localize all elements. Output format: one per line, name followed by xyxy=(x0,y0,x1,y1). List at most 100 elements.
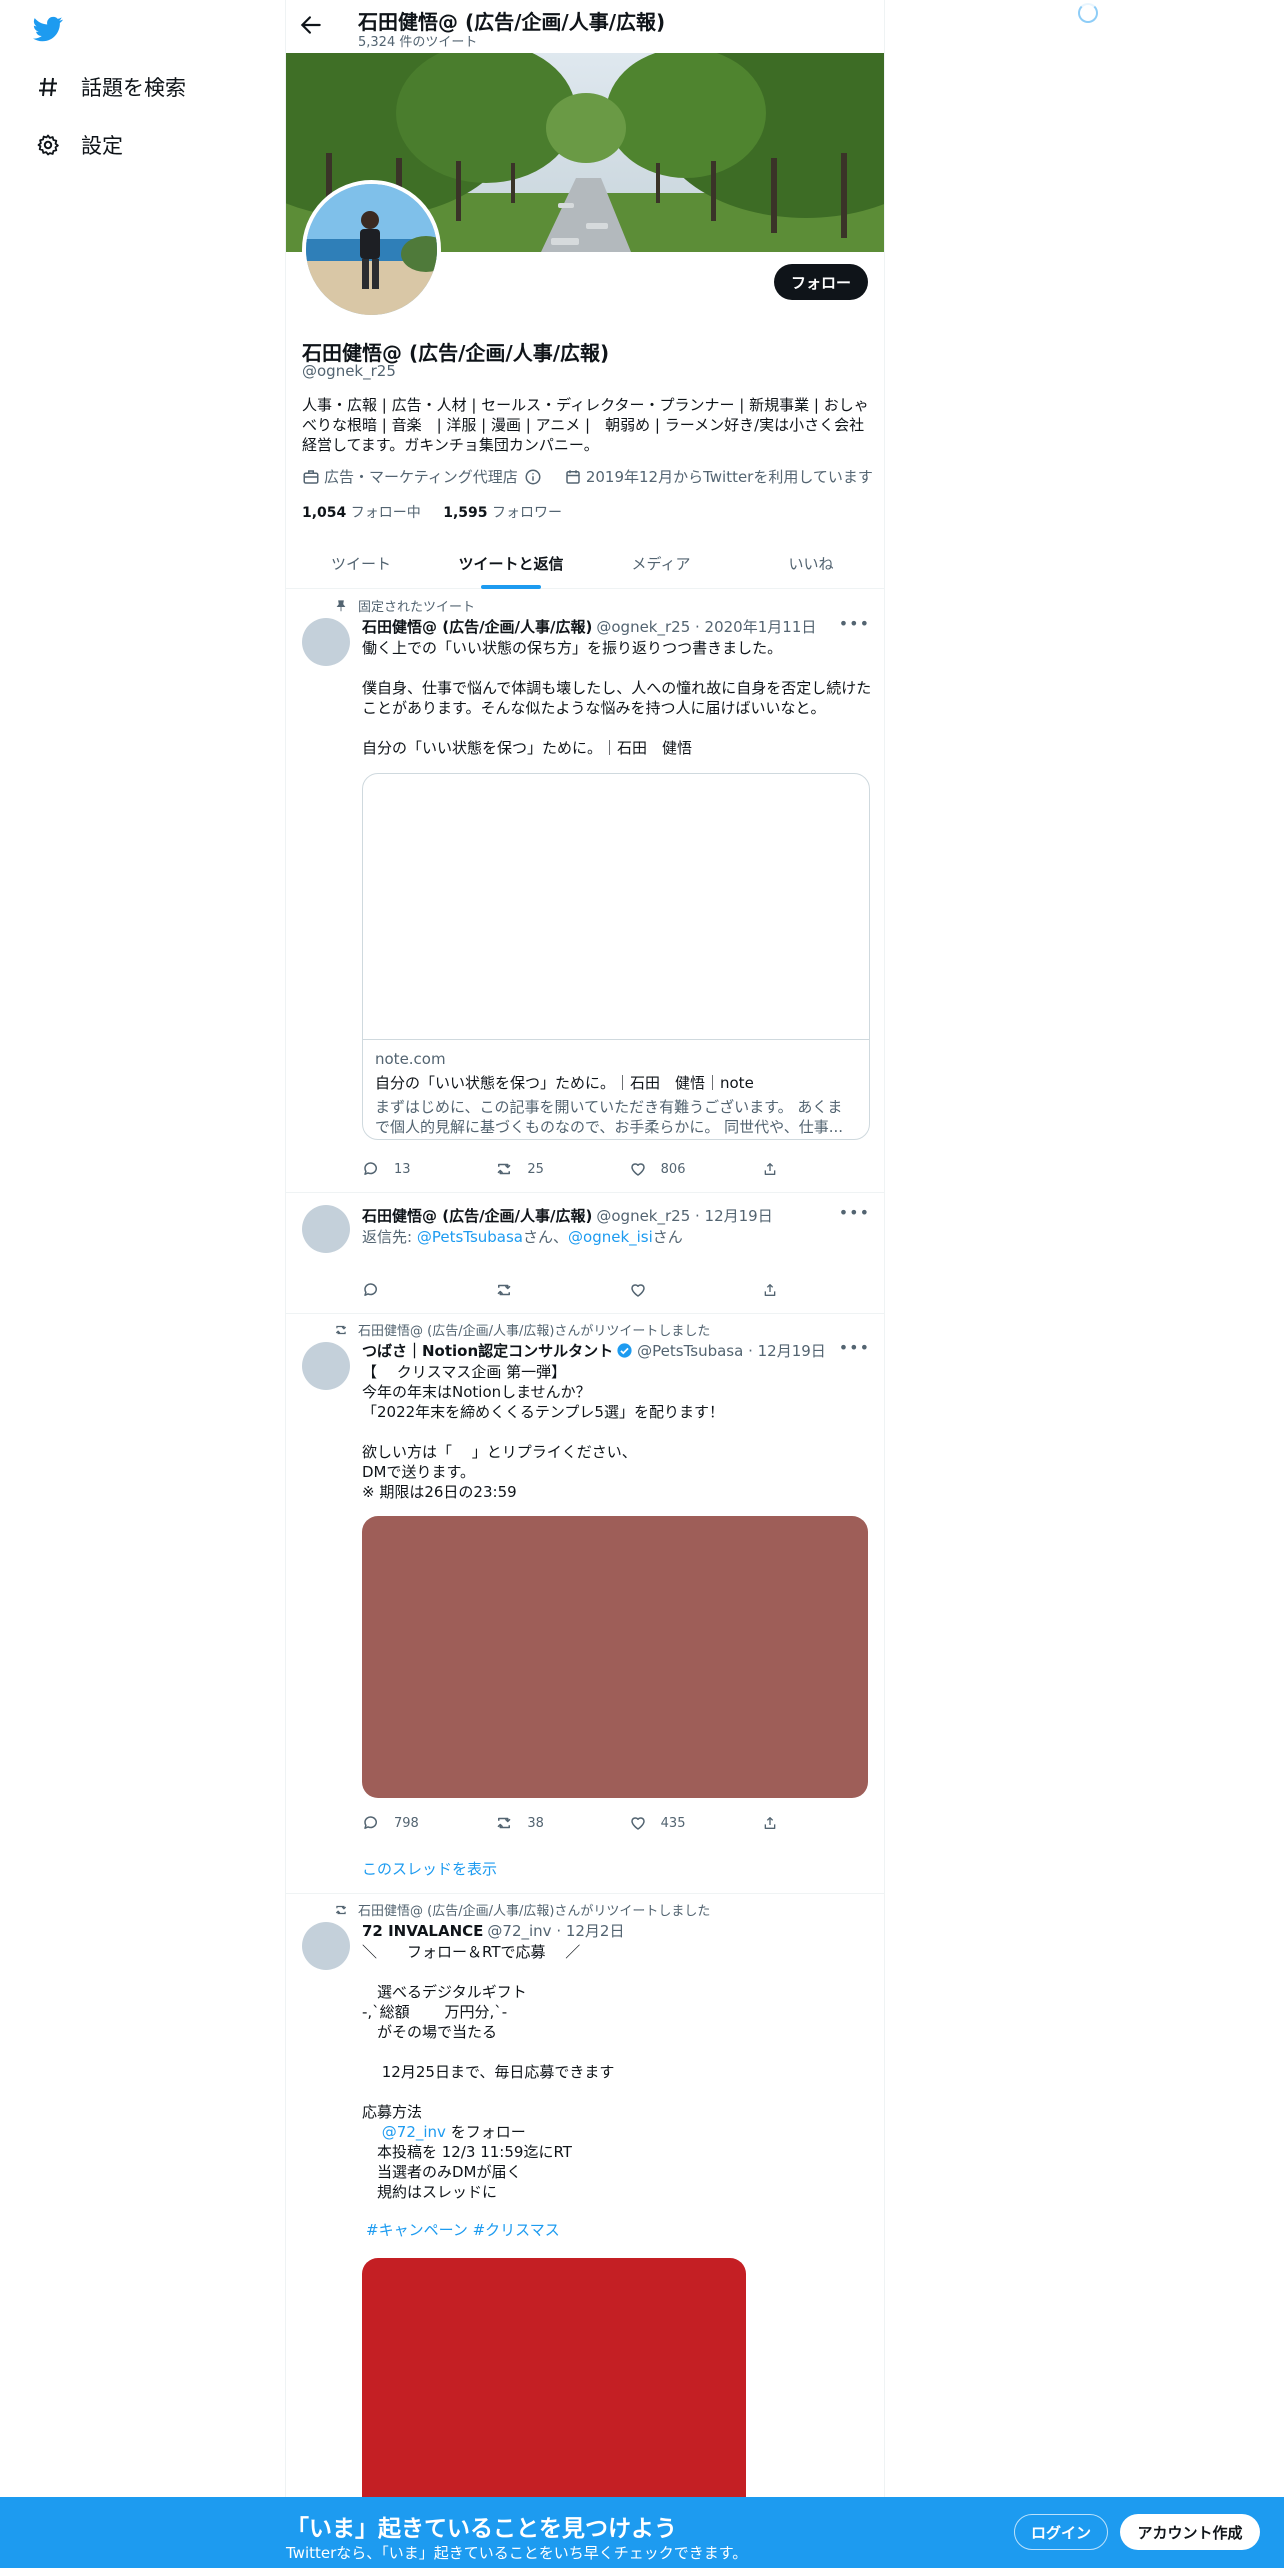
signup-banner-title: 「いま」起きていることを見つけよう xyxy=(286,2516,677,2542)
share-button[interactable] xyxy=(762,1814,792,1832)
share-button[interactable] xyxy=(762,1281,792,1299)
tweet-author-name[interactable]: 石田健悟@ (広告/企画/人事/広報) xyxy=(362,1205,592,1226)
like-button[interactable]: 806 xyxy=(629,1160,729,1178)
reply-button[interactable]: 13 xyxy=(362,1160,462,1178)
tweet-avatar[interactable] xyxy=(302,1922,350,1970)
info-icon[interactable] xyxy=(524,468,542,486)
share-button[interactable] xyxy=(762,1160,792,1178)
gear-icon xyxy=(34,131,62,159)
reply-context: 返信先: @PetsTsubasaさん、@ognek_isiさん xyxy=(362,1227,872,1247)
tweet-author-handle[interactable]: @ognek_r25 · 12月19日 xyxy=(596,1205,772,1226)
nav-settings[interactable]: 設定 xyxy=(34,130,123,160)
tweet-header: 72 INVALANCE @72_inv · 12月2日 xyxy=(362,1920,624,1941)
mention-link[interactable]: @72_inv xyxy=(382,2123,446,2141)
more-options-icon[interactable]: ••• xyxy=(839,1203,870,1222)
followers-link[interactable]: 1,595 フォロワー xyxy=(443,505,562,521)
tweet-retweet[interactable]: 石田健悟@ (広告/企画/人事/広報)さんがリツイートしました つばさ｜Noti… xyxy=(286,1314,884,1894)
reply-suffix: さん、 xyxy=(523,1228,569,1246)
share-icon xyxy=(764,1284,776,1296)
profile-tabs: ツイート ツイートと返信 メディア いいね xyxy=(286,545,884,589)
tweet-avatar[interactable] xyxy=(302,618,350,666)
followers-count: 1,595 xyxy=(443,505,488,521)
login-button[interactable]: ログイン xyxy=(1014,2514,1108,2550)
reply-count: 13 xyxy=(394,1161,411,1177)
tweet-header: 石田健悟@ (広告/企画/人事/広報) @ognek_r25 · 12月19日 xyxy=(362,1205,773,1226)
signup-banner: 「いま」起きていることを見つけよう Twitterなら、「いま」起きていることを… xyxy=(0,2497,1284,2568)
reply-count: 798 xyxy=(394,1815,419,1831)
share-icon xyxy=(764,1817,776,1829)
pin-icon xyxy=(336,599,346,611)
share-icon xyxy=(764,1163,776,1175)
retweet-icon xyxy=(335,1905,347,1914)
tab-likes[interactable]: いいね xyxy=(736,545,884,588)
following-link[interactable]: 1,054 フォロー中 xyxy=(302,505,421,521)
retweet-icon xyxy=(497,1284,511,1296)
like-count: 435 xyxy=(660,1815,686,1831)
retweet-icon xyxy=(497,1163,511,1175)
more-options-icon[interactable]: ••• xyxy=(839,614,870,633)
link-card-domain: note.com xyxy=(375,1050,446,1068)
tweet-media-image[interactable] xyxy=(362,1516,868,1798)
verified-badge-icon xyxy=(617,1343,632,1358)
retweet-button[interactable]: 25 xyxy=(495,1160,595,1178)
show-thread-link[interactable]: このスレッドを表示 xyxy=(362,1858,497,1879)
hashtag-icon xyxy=(34,73,62,101)
profile-header: 石田健悟@ (広告/企画/人事/広報) 5,324 件のツイート xyxy=(286,0,884,52)
profile-avatar[interactable] xyxy=(302,180,441,319)
hashtag-link[interactable]: #キャンペーン #クリスマス xyxy=(366,2221,560,2239)
tweet-author-handle[interactable]: @72_inv · 12月2日 xyxy=(487,1920,624,1941)
reply-mention-link[interactable]: @ognek_isi xyxy=(568,1228,653,1246)
followers-label: フォロワー xyxy=(491,505,562,521)
tweet-author-name[interactable]: つばさ｜Notion認定コンサルタント xyxy=(362,1340,613,1361)
like-count: 806 xyxy=(660,1161,686,1177)
retweet-context-label: 石田健悟@ (広告/企画/人事/広報)さんがリツイートしました xyxy=(358,1904,711,1919)
tweet-header: つばさ｜Notion認定コンサルタント @PetsTsubasa · 12月19… xyxy=(362,1340,826,1361)
tweet-actions xyxy=(362,1281,792,1299)
calendar-icon xyxy=(566,469,580,484)
retweet-button[interactable] xyxy=(495,1281,595,1299)
like-button[interactable] xyxy=(629,1281,729,1299)
tab-tweets-and-replies[interactable]: ツイートと返信 xyxy=(436,545,586,589)
retweet-context-label: 石田健悟@ (広告/企画/人事/広報)さんがリツイートしました xyxy=(358,1324,711,1339)
tweet-actions: 798 38 435 xyxy=(362,1814,792,1832)
tweet-author-handle[interactable]: @PetsTsubasa · 12月19日 xyxy=(637,1340,826,1361)
tab-media[interactable]: メディア xyxy=(586,545,736,588)
signup-banner-subtitle: Twitterなら、「いま」起きていることをいち早くチェックできます。 xyxy=(286,2544,748,2562)
tweet-text-part: ＼ フォロー＆RTで応募 ／ 選べるデジタルギフト -,`総額 万円分,`- が… xyxy=(362,1943,615,2121)
retweet-button[interactable]: 38 xyxy=(495,1814,595,1832)
heart-icon xyxy=(630,1163,645,1176)
tweet-avatar[interactable] xyxy=(302,1205,350,1253)
reply-suffix: さん xyxy=(652,1228,683,1246)
tweet-retweet[interactable]: 石田健悟@ (広告/企画/人事/広報)さんがリツイートしました 72 INVAL… xyxy=(286,1894,884,2568)
reply-mention-link[interactable]: @PetsTsubasa xyxy=(417,1228,523,1246)
create-account-button[interactable]: アカウント作成 xyxy=(1120,2514,1260,2550)
main-column: 石田健悟@ (広告/企画/人事/広報) 5,324 件のツイート フォロー 石田… xyxy=(285,0,885,2568)
tweet-avatar[interactable] xyxy=(302,1342,350,1390)
retweet-icon xyxy=(497,1817,511,1829)
reply-button[interactable] xyxy=(362,1281,462,1299)
like-button[interactable]: 435 xyxy=(629,1814,729,1832)
tweet-media-image[interactable] xyxy=(362,2258,746,2518)
tab-tweets[interactable]: ツイート xyxy=(286,545,436,588)
tweet-reply[interactable]: 石田健悟@ (広告/企画/人事/広報) @ognek_r25 · 12月19日 … xyxy=(286,1193,884,1314)
nav-explore[interactable]: 話題を検索 xyxy=(34,72,186,102)
tweet-header: 石田健悟@ (広告/企画/人事/広報) @ognek_r25 · 2020年1月… xyxy=(362,616,816,637)
tweet-author-name[interactable]: 72 INVALANCE xyxy=(362,1922,483,1940)
tweet-text: 【 クリスマス企画 第一弾】 今年の年末はNotionしませんか？ 「2022年… xyxy=(362,1363,724,1501)
reply-button[interactable]: 798 xyxy=(362,1814,462,1832)
tweet-author-handle[interactable]: @ognek_r25 · 2020年1月11日 xyxy=(596,616,816,637)
twitter-logo-icon[interactable] xyxy=(32,14,64,44)
back-arrow-icon[interactable] xyxy=(298,12,324,38)
profile-bio: 人事・広報 | 広告・人材 | セールス・ディレクター・プランナー | 新規事業… xyxy=(302,396,869,454)
follow-button[interactable]: フォロー xyxy=(774,264,868,300)
nav-settings-label: 設定 xyxy=(81,134,123,158)
link-card[interactable]: note.com 自分の「いい状態を保つ」ために。｜石田 健悟｜note まずは… xyxy=(362,773,870,1140)
tweet-author-name[interactable]: 石田健悟@ (広告/企画/人事/広報) xyxy=(362,616,592,637)
reply-prefix: 返信先: xyxy=(362,1228,417,1246)
retweet-count: 38 xyxy=(527,1815,544,1831)
tweet-hashtags: #キャンペーン #クリスマス xyxy=(362,2220,872,2240)
more-options-icon[interactable]: ••• xyxy=(839,1338,870,1357)
loading-spinner-icon xyxy=(1078,3,1098,23)
tweet-pinned[interactable]: 固定されたツイート 石田健悟@ (広告/企画/人事/広報) @ognek_r25… xyxy=(286,590,884,1193)
pinned-label: 固定されたツイート xyxy=(358,600,476,615)
